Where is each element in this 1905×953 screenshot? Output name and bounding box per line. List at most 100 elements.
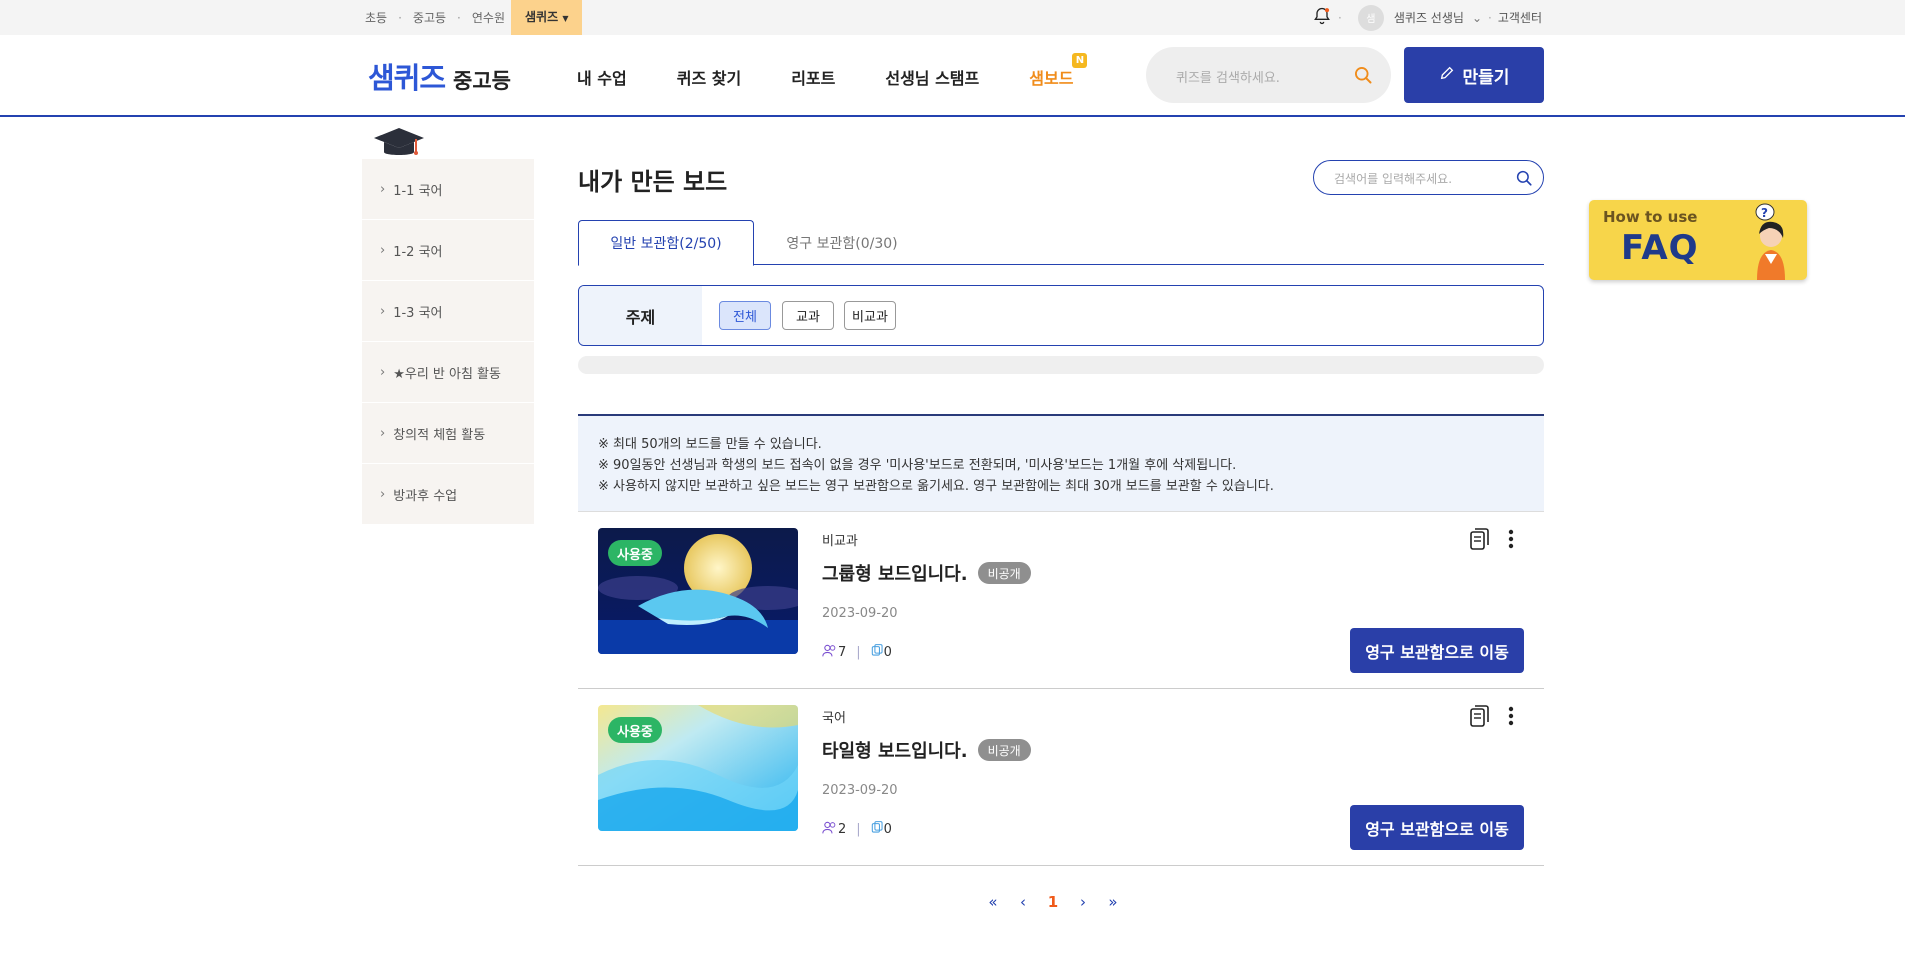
sidebar-item-morning-activity[interactable]: › ★우리 반 아침 활동 [362, 342, 534, 403]
quiz-search-placeholder: 퀴즈를 검색하세요. [1176, 71, 1280, 86]
copy-icon[interactable] [1470, 528, 1490, 554]
board-card[interactable]: 사용중 비교과 그룹형 보드입니다. 비공개 2023-09-20 7 | 0 … [578, 512, 1544, 689]
filter-chip-all[interactable]: 전체 [719, 301, 771, 330]
help-center-link[interactable]: 고객센터 [1498, 9, 1542, 26]
chevron-right-icon: › [380, 364, 386, 380]
sidebar-item-label: 1-2 국어 [393, 244, 443, 260]
chevron-right-icon: › [380, 242, 386, 258]
prev-page-button[interactable]: ‹ [1008, 893, 1038, 911]
nav-samboard-label: 샘보드 [1029, 69, 1074, 88]
board-category: 국어 [822, 711, 846, 726]
tab-general-storage[interactable]: 일반 보관함(2/50) [578, 220, 754, 266]
nav-my-class[interactable]: 내 수업 [577, 65, 627, 89]
make-button-label: 만들기 [1462, 67, 1510, 88]
members-count: 7 [838, 645, 847, 660]
site-link-middle-high[interactable]: 중고등 [413, 9, 446, 26]
class-sidebar: › 1-1 국어 › 1-2 국어 › 1-3 국어 › ★우리 반 아침 활동 › 창의… [362, 159, 534, 525]
board-title[interactable]: 타일형 보드입니다. 비공개 [822, 737, 1031, 763]
board-thumbnail[interactable]: 사용중 [598, 705, 798, 831]
search-icon[interactable] [1353, 65, 1373, 89]
members-icon [822, 644, 838, 661]
avatar[interactable]: 샘 [1357, 4, 1384, 31]
posts-icon [871, 821, 884, 838]
more-vertical-icon[interactable] [1508, 529, 1514, 553]
nav-find-quiz[interactable]: 퀴즈 찾기 [677, 65, 741, 89]
sidebar-item-label: 1-3 국어 [393, 305, 443, 321]
chevron-right-icon: › [380, 181, 386, 197]
posts-count: 0 [883, 822, 892, 837]
sidebar-item-class-1-1[interactable]: › 1-1 국어 [362, 159, 534, 220]
pagination: « ‹ 1 › » [978, 893, 1128, 911]
notice-line: ※ 최대 50개의 보드를 만들 수 있습니다. [598, 437, 822, 452]
filter-chip-non-subject[interactable]: 비교과 [844, 301, 896, 330]
site-switcher: 초등 · 중고등 · 연수원 샘퀴즈 ▼ [365, 0, 583, 35]
notice-line: ※ 사용하지 않지만 보관하고 싶은 보드는 영구 보관함으로 옮기세요. 영구… [598, 479, 1274, 494]
board-title-text: 타일형 보드입니다. [822, 741, 968, 762]
last-page-button[interactable]: » [1098, 893, 1128, 911]
tab-permanent-storage[interactable]: 영구 보관함(0/30) [754, 220, 930, 265]
move-to-permanent-button[interactable]: 영구 보관함으로 이동 [1350, 805, 1524, 850]
sidebar-item-label: 1-1 국어 [393, 183, 443, 199]
nav-samboard[interactable]: 샘보드 N [1029, 53, 1123, 89]
separator: · [1338, 10, 1342, 25]
notice-box: ※ 최대 50개의 보드를 만들 수 있습니다. ※ 90일동안 선생님과 학생… [578, 414, 1544, 512]
logo[interactable]: 샘퀴즈 중고등 [368, 55, 511, 97]
bell-icon[interactable] [1312, 6, 1332, 29]
board-title-text: 그룹형 보드입니다. [822, 564, 968, 585]
filter-chip-subject[interactable]: 교과 [782, 301, 834, 330]
pencil-icon [1439, 65, 1455, 86]
sidebar-item-after-school[interactable]: › 방과후 수업 [362, 464, 534, 525]
move-to-permanent-button[interactable]: 영구 보관함으로 이동 [1350, 628, 1524, 673]
quiz-search-input[interactable]: 퀴즈를 검색하세요. [1146, 47, 1391, 103]
make-button[interactable]: 만들기 [1404, 47, 1544, 103]
sidebar-item-class-1-3[interactable]: › 1-3 국어 [362, 281, 534, 342]
faq-banner-line2: FAQ [1621, 228, 1699, 268]
separator: · [1488, 10, 1492, 25]
caret-down-icon: ▼ [562, 14, 569, 23]
storage-tabs: 일반 보관함(2/50) 영구 보관함(0/30) [578, 220, 1544, 266]
board-thumbnail[interactable]: 사용중 [598, 528, 798, 654]
notice-line: ※ 90일동안 선생님과 학생의 보드 접속이 없을 경우 '미사용'보드로 전… [598, 458, 1237, 473]
sidebar-item-creative-activity[interactable]: › 창의적 체험 활동 [362, 403, 534, 464]
status-badge: 사용중 [608, 717, 662, 743]
page-number-current[interactable]: 1 [1038, 893, 1068, 911]
user-name[interactable]: 샘퀴즈 선생님 [1394, 9, 1464, 26]
board-title[interactable]: 그룹형 보드입니다. 비공개 [822, 560, 1031, 586]
nav-teacher-stamp[interactable]: 선생님 스탬프 [885, 65, 979, 89]
site-link-samquiz[interactable]: 샘퀴즈 ▼ [511, 0, 583, 35]
board-actions [1470, 528, 1514, 554]
sidebar-item-class-1-2[interactable]: › 1-2 국어 [362, 220, 534, 281]
user-area: · 샘 샘퀴즈 선생님 ⌄ · 고객센터 [1312, 0, 1542, 35]
status-badge: 사용중 [608, 540, 662, 566]
nav-report[interactable]: 리포트 [791, 65, 835, 89]
sidebar-item-label: 창의적 체험 활동 [393, 427, 486, 443]
board-stats: 2 | 0 [822, 821, 892, 838]
more-vertical-icon[interactable] [1508, 706, 1514, 730]
board-search-input[interactable]: 검색어를 입력해주세요. [1313, 160, 1544, 195]
members-icon [822, 821, 838, 838]
board-stats: 7 | 0 [822, 644, 892, 661]
visibility-badge: 비공개 [977, 562, 1031, 584]
divider-bar [578, 356, 1544, 374]
page-title: 내가 만든 보드 [578, 168, 728, 196]
board-actions [1470, 705, 1514, 731]
site-link-elementary[interactable]: 초등 [365, 9, 387, 26]
search-icon[interactable] [1515, 169, 1533, 191]
site-link-training[interactable]: 연수원 [472, 9, 505, 26]
logo-main: 샘퀴즈 [368, 61, 446, 95]
posts-count: 0 [883, 645, 892, 660]
teacher-character-icon: ? [1755, 203, 1785, 280]
visibility-badge: 비공개 [977, 739, 1031, 761]
top-utility-bar: 초등 · 중고등 · 연수원 샘퀴즈 ▼ · 샘 샘퀴즈 선생님 ⌄ · 고객센… [0, 0, 1905, 35]
first-page-button[interactable]: « [978, 893, 1008, 911]
faq-banner[interactable]: How to use FAQ ? [1589, 200, 1807, 280]
board-category: 비교과 [822, 534, 858, 549]
copy-icon[interactable] [1470, 705, 1490, 731]
separator: | [856, 645, 861, 660]
chevron-down-icon[interactable]: ⌄ [1472, 11, 1482, 25]
chevron-right-icon: › [380, 486, 386, 502]
board-card[interactable]: 사용중 국어 타일형 보드입니다. 비공개 2023-09-20 2 | 0 영… [578, 689, 1544, 866]
separator: · [457, 10, 461, 25]
chevron-right-icon: › [380, 303, 386, 319]
next-page-button[interactable]: › [1068, 893, 1098, 911]
